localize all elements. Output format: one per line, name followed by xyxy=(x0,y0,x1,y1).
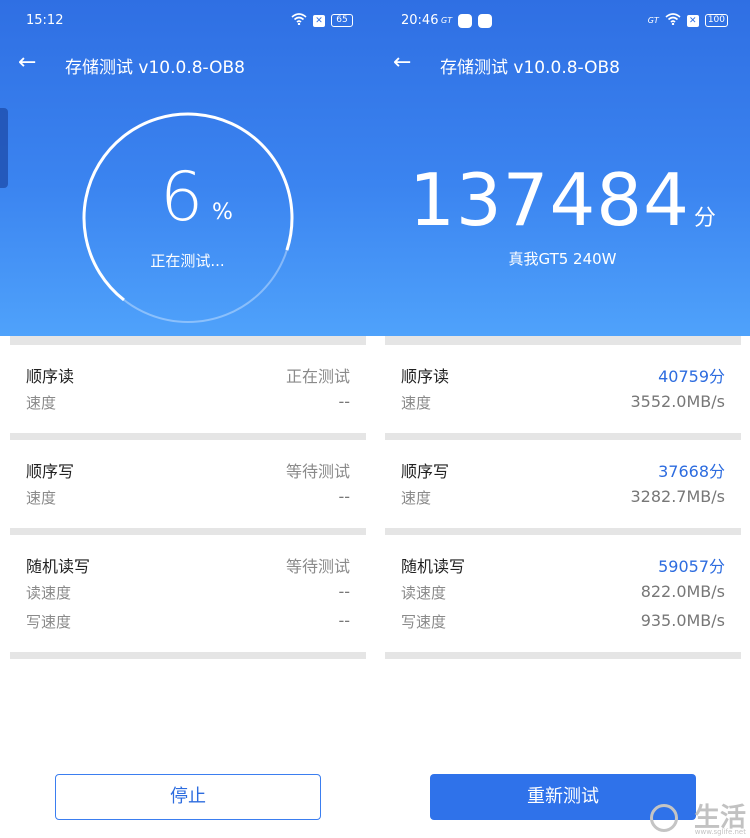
card-name: 顺序写 xyxy=(401,462,450,481)
wifi-icon xyxy=(291,13,307,28)
battery-icon: 65 xyxy=(331,14,353,27)
write-speed-label: 写速度 xyxy=(401,613,447,631)
result-card-seq-read: 顺序读 40759分 速度 3552.0MB/s xyxy=(385,345,741,440)
read-speed-label: 读速度 xyxy=(401,584,447,602)
header-panel: 15:12 ✕ 65 ← 存储测试 v10.0.8-OB8 6 % 正在测试..… xyxy=(0,0,375,336)
divider xyxy=(385,336,741,345)
page-title: 存储测试 v10.0.8-OB8 xyxy=(440,58,621,78)
speed-value: -- xyxy=(338,487,350,506)
testing-status: 正在测试... xyxy=(150,252,225,270)
notification-icon: ✕ xyxy=(313,14,325,27)
speed-value: 3282.7MB/s xyxy=(630,487,726,506)
app-notification-icon xyxy=(478,14,493,28)
card-status: 等待测试 xyxy=(285,557,350,576)
card-score: 59057分 xyxy=(658,557,725,576)
card-status: 等待测试 xyxy=(285,462,350,481)
speed-label: 速度 xyxy=(401,394,432,412)
battery-icon: 100 xyxy=(704,14,728,27)
speed-value: -- xyxy=(338,392,350,411)
page-title: 存储测试 v10.0.8-OB8 xyxy=(65,58,246,78)
card-name: 顺序读 xyxy=(26,367,75,386)
card-status: 正在测试 xyxy=(285,367,350,386)
result-card-seq-write: 顺序写 等待测试 速度 -- xyxy=(10,440,366,535)
title-bar: ← 存储测试 v10.0.8-OB8 xyxy=(0,44,375,84)
divider xyxy=(10,336,366,345)
read-speed-value: 822.0MB/s xyxy=(640,582,725,601)
card-score: 40759分 xyxy=(658,367,725,386)
read-speed-label: 读速度 xyxy=(26,584,72,602)
title-bar: ← 存储测试 v10.0.8-OB8 xyxy=(375,44,750,84)
notification-icon: ✕ xyxy=(686,14,699,27)
left-screen: 15:12 ✕ 65 ← 存储测试 v10.0.8-OB8 6 % 正在测试..… xyxy=(0,0,375,838)
card-score: 37668分 xyxy=(658,462,725,481)
card-name: 顺序读 xyxy=(401,367,450,386)
total-score: 137484 分 xyxy=(375,158,750,242)
write-speed-value: -- xyxy=(338,611,350,630)
status-bar: 20:46 GT GT ✕ 100 xyxy=(375,0,750,42)
total-score-value: 137484 xyxy=(409,158,690,242)
write-speed-label: 写速度 xyxy=(26,613,72,631)
status-time: 20:46 xyxy=(401,13,439,28)
watermark-logo-icon xyxy=(650,804,678,832)
write-speed-value: 935.0MB/s xyxy=(640,611,725,630)
stop-button[interactable]: 停止 xyxy=(55,774,321,820)
score-unit: 分 xyxy=(693,206,716,231)
speed-label: 速度 xyxy=(26,394,57,412)
read-speed-value: -- xyxy=(338,582,350,601)
speed-label: 速度 xyxy=(26,489,57,507)
app-notification-icon xyxy=(458,14,473,28)
status-time: 15:12 xyxy=(26,13,64,28)
header-panel: 20:46 GT GT ✕ 100 ← 存储测试 v10.0.8-OB8 137… xyxy=(375,0,750,336)
result-card-random-rw: 随机读写 59057分 读速度 822.0MB/s 写速度 935.0MB/s xyxy=(385,535,741,659)
device-name: 真我GT5 240W xyxy=(508,250,617,268)
progress-value: 6 xyxy=(160,158,204,237)
speed-label: 速度 xyxy=(401,489,432,507)
right-screen: 20:46 GT GT ✕ 100 ← 存储测试 v10.0.8-OB8 137… xyxy=(375,0,750,838)
progress-unit: % xyxy=(212,200,233,225)
result-card-random-rw: 随机读写 等待测试 读速度 -- 写速度 -- xyxy=(10,535,366,659)
side-handle[interactable] xyxy=(0,108,8,188)
speed-value: 3552.0MB/s xyxy=(630,392,726,411)
card-name: 随机读写 xyxy=(401,557,466,576)
back-arrow-icon[interactable]: ← xyxy=(18,50,36,76)
gt-badge-icon: GT xyxy=(441,16,453,25)
result-card-seq-read: 顺序读 正在测试 速度 -- xyxy=(10,345,366,440)
gt-mode-icon: GT xyxy=(647,15,659,25)
status-bar: 15:12 ✕ 65 xyxy=(0,0,375,42)
back-arrow-icon[interactable]: ← xyxy=(393,50,411,76)
wifi-icon xyxy=(665,13,681,28)
watermark: 生活 www.sglife.net xyxy=(694,797,746,836)
watermark-site: www.sglife.net xyxy=(694,828,746,836)
card-name: 顺序写 xyxy=(26,462,75,481)
card-name: 随机读写 xyxy=(26,557,91,576)
result-card-seq-write: 顺序写 37668分 速度 3282.7MB/s xyxy=(385,440,741,535)
